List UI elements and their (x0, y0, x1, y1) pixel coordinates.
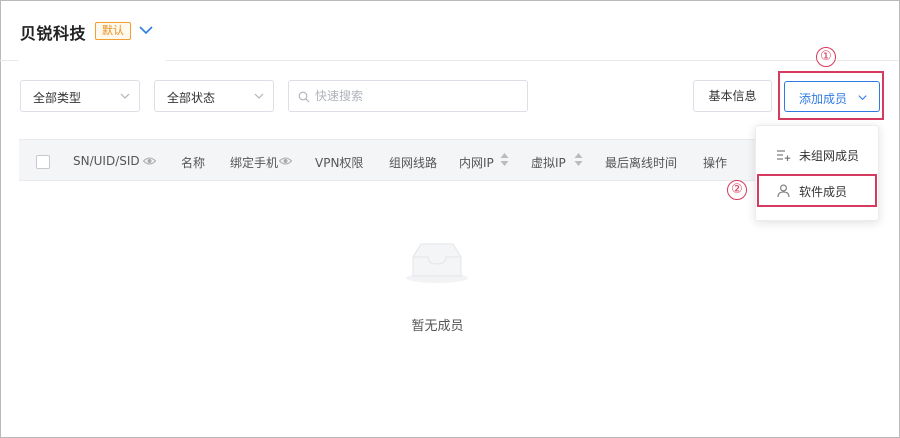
search-icon (298, 91, 310, 103)
col-last-offline-time: 最后离线时间 (605, 156, 678, 170)
step2-marker: ② (727, 180, 747, 200)
col-bound-phone: 绑定手机 (230, 156, 279, 170)
eye-icon[interactable] (143, 156, 156, 166)
search-box[interactable] (288, 80, 528, 112)
type-select[interactable]: 全部类型 (20, 80, 140, 112)
add-member-label: 添加成员 (799, 92, 848, 106)
col-virtual-ip: 虚拟IP (531, 156, 566, 170)
step1-marker: ① (816, 47, 836, 67)
status-select-value: 全部状态 (167, 91, 216, 105)
sort-icon[interactable] (500, 152, 509, 167)
org-switch-chevron-icon[interactable] (138, 22, 154, 38)
col-name: 名称 (181, 156, 206, 170)
basic-info-button[interactable]: 基本信息 (693, 80, 772, 112)
empty-state-text: 暂无成员 (411, 319, 464, 334)
table-header: SN/UID/SID 名称 绑定手机 VPN权限 组网线路 内网IP 虚拟IP … (19, 139, 759, 181)
empty-box-icon (406, 243, 468, 283)
status-select[interactable]: 全部状态 (154, 80, 274, 112)
col-vpn-permission: VPN权限 (315, 156, 364, 170)
chevron-down-icon (254, 93, 264, 99)
menu-item-unnetworked-member[interactable]: 未组网成员 (756, 137, 880, 173)
col-sn-uid-sid: SN/UID/SID (73, 154, 140, 168)
org-name: 贝锐科技 (20, 24, 87, 43)
add-member-button[interactable]: 添加成员 (784, 81, 880, 112)
add-list-icon (777, 150, 791, 161)
type-select-value: 全部类型 (33, 91, 82, 105)
default-badge: 默认 (95, 22, 131, 40)
menu-item-label: 未组网成员 (799, 149, 860, 163)
chevron-down-icon (858, 95, 867, 101)
step2-highlight-box (757, 174, 877, 207)
col-lan-ip: 内网IP (459, 156, 494, 170)
search-input[interactable] (315, 87, 515, 105)
select-all-checkbox[interactable] (36, 155, 50, 169)
header-divider-gap (18, 59, 166, 61)
col-network-route: 组网线路 (389, 156, 438, 170)
chevron-down-icon (120, 93, 130, 99)
col-actions: 操作 (703, 156, 728, 170)
sort-icon[interactable] (574, 152, 583, 167)
eye-icon[interactable] (279, 156, 292, 166)
